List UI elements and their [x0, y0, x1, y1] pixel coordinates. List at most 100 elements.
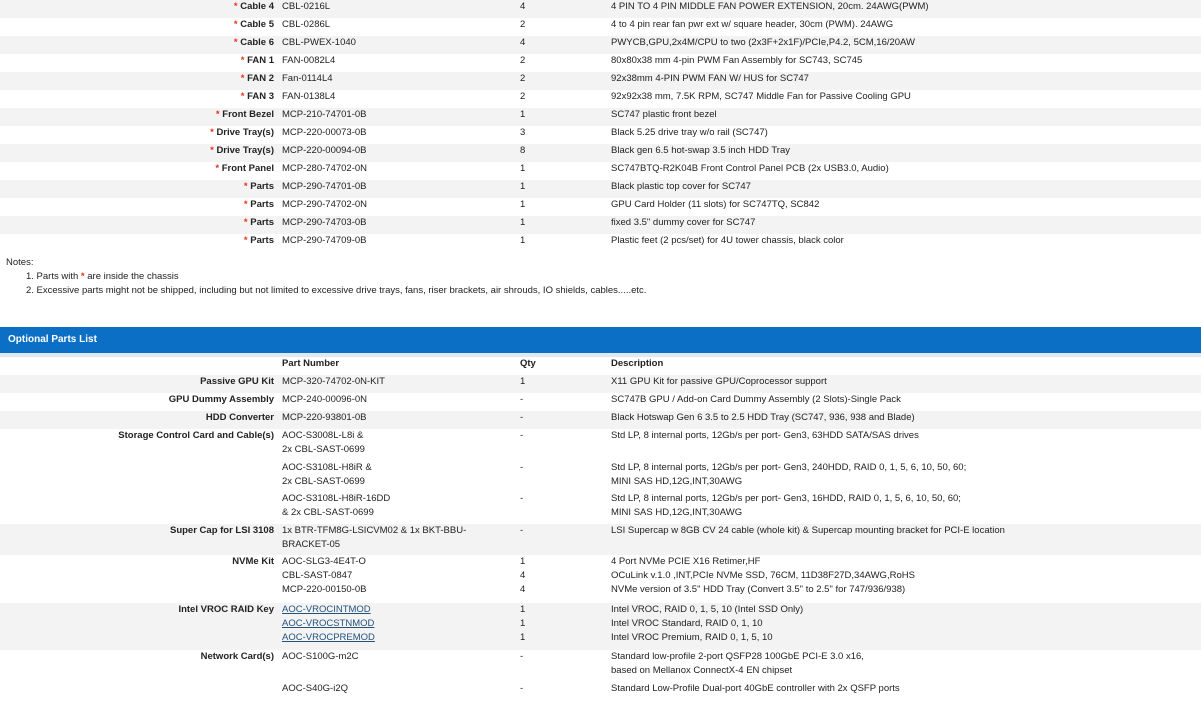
part-qty: 2: [516, 90, 607, 108]
part-name: Parts: [250, 199, 274, 210]
part-description: PWYCB,GPU,2x4M/CPU to two (2x3F+2x1F)/PC…: [607, 36, 1201, 54]
inside-chassis-marker: *: [210, 145, 214, 156]
part-qty: 4: [520, 570, 526, 581]
part-qty: 1: [516, 108, 607, 126]
table-row: AOC-S40G-i2Q - Standard Low-Profile Dual…: [0, 682, 1201, 700]
inside-chassis-marker: *: [243, 217, 248, 228]
part-qty: 4: [516, 36, 607, 54]
part-qty: 1: [516, 234, 607, 252]
part-number: MCP-290-74703-0B: [278, 216, 516, 234]
table-row: Network Card(s) AOC-S100G-m2C - Standard…: [0, 650, 1201, 682]
part-description: Std LP, 8 internal ports, 12Gb/s per por…: [611, 462, 967, 473]
vroc-intel-link[interactable]: AOC-VROCINTMOD: [282, 603, 516, 617]
part-name: [0, 461, 278, 492]
header-description: Description: [607, 357, 1201, 375]
part-qty: 1: [520, 618, 526, 629]
table-row: GPU Dummy Assembly MCP-240-00096-0N - SC…: [0, 393, 1201, 411]
part-qty: -: [516, 682, 607, 700]
header-qty: Qty: [516, 357, 607, 375]
part-number: CBL-PWEX-1040: [278, 36, 516, 54]
part-description: SC747 plastic front bezel: [607, 108, 1201, 126]
part-qty: -: [516, 492, 607, 524]
part-number-line2: BRACKET-05: [282, 539, 341, 550]
part-name: Passive GPU Kit: [0, 375, 278, 393]
table-row: * FAN 2 Fan-0114L4 2 92x38mm 4-PIN PWM FAN …: [0, 72, 1201, 90]
part-number: MCP-290-74701-0B: [278, 180, 516, 198]
table-row: HDD Converter MCP-220-93801-0B - Black H…: [0, 411, 1201, 429]
part-name: Parts: [250, 235, 274, 246]
inside-chassis-marker: *: [243, 199, 248, 210]
inside-chassis-marker: *: [215, 109, 220, 120]
table-row: AOC-S3108L-H8iR-16DD & 2x CBL-SAST-0699 -…: [0, 492, 1201, 524]
part-number: MCP-240-00096-0N: [278, 393, 516, 411]
table-row: * Cable 4 CBL-0216L 4 4 PIN TO 4 PIN MIDDLE…: [0, 0, 1201, 18]
part-description: 4 to 4 pin rear fan pwr ext w/ square he…: [607, 18, 1201, 36]
part-qty: 2: [516, 54, 607, 72]
part-qty: 1: [520, 604, 526, 615]
part-name: Parts: [250, 217, 274, 228]
part-qty: -: [516, 411, 607, 429]
part-description: Intel VROC Standard, RAID 0, 1, 10: [611, 618, 763, 629]
notes-section: Notes: 1. Parts with * are inside the ch…: [0, 252, 1201, 327]
part-description: fixed 3.5" dummy cover for SC747: [607, 216, 1201, 234]
table-row: * Parts MCP-290-74701-0B 1 Black plastic to…: [0, 180, 1201, 198]
part-name: NVMe Kit: [0, 555, 278, 603]
part-description: 80x80x38 mm 4-pin PWM Fan Assembly for S…: [607, 54, 1201, 72]
part-name: Cable 5: [240, 19, 274, 30]
vroc-premium-link[interactable]: AOC-VROCPREMOD: [282, 631, 516, 645]
part-qty: 1: [516, 180, 607, 198]
part-description: Standard low-profile 2-port QSFP28 100Gb…: [611, 651, 864, 662]
part-description: 4 Port NVMe PCIE X16 Retimer,HF: [611, 556, 761, 567]
table-row: * Cable 5 CBL-0286L 2 4 to 4 pin rear fan p…: [0, 18, 1201, 36]
part-description: 4 PIN TO 4 PIN MIDDLE FAN POWER EXTENSIO…: [607, 0, 1201, 18]
part-qty: 1: [520, 632, 526, 643]
part-number: 1x BTR-TFM8G-LSICVM02 & 1x BKT-BBU-: [282, 525, 467, 536]
inside-chassis-marker: *: [233, 37, 238, 48]
notes-title: Notes:: [6, 257, 34, 268]
part-description: Intel VROC Premium, RAID 0, 1, 5, 10: [611, 632, 773, 643]
table-row: * Parts MCP-290-74709-0B 1 Plastic feet (2 …: [0, 234, 1201, 252]
vroc-standard-link[interactable]: AOC-VROCSTNMOD: [282, 617, 516, 631]
table-row: * Drive Tray(s) MCP-220-00073-0B 3 Black 5.…: [0, 126, 1201, 144]
part-description: Std LP, 8 internal ports, 12Gb/s per por…: [611, 430, 919, 441]
table-row: Passive GPU Kit MCP-320-74702-0N-KIT 1 X…: [0, 375, 1201, 393]
part-qty: 1: [516, 375, 607, 393]
part-description: Black 5.25 drive tray w/o rail (SC747): [607, 126, 1201, 144]
part-number: FAN-0082L4: [278, 54, 516, 72]
part-number-line2: 2x CBL-SAST-0699: [282, 444, 365, 455]
part-qty: 1: [516, 216, 607, 234]
part-qty: -: [516, 650, 607, 682]
part-description-line2: MINI SAS HD,12G,INT,30AWG: [611, 476, 743, 487]
part-qty: 2: [516, 18, 607, 36]
part-qty: 8: [516, 144, 607, 162]
part-number: AOC-S100G-m2C: [278, 650, 516, 682]
part-number: MCP-220-00094-0B: [278, 144, 516, 162]
part-description: Black gen 6.5 hot-swap 3.5 inch HDD Tray: [607, 144, 1201, 162]
inside-chassis-marker: *: [243, 181, 248, 192]
part-number: FAN-0138L4: [278, 90, 516, 108]
part-description: Intel VROC, RAID 0, 1, 5, 10 (Intel SSD …: [611, 604, 804, 615]
part-description: Black plastic top cover for SC747: [607, 180, 1201, 198]
part-name: FAN 2: [247, 73, 274, 84]
part-description: SC747B GPU / Add-on Card Dummy Assembly …: [607, 393, 1201, 411]
part-number: MCP-220-93801-0B: [278, 411, 516, 429]
inside-chassis-marker: *: [233, 19, 238, 30]
part-number: MCP-280-74702-0N: [278, 162, 516, 180]
part-description: LSI Supercap w 8GB CV 24 cable (whole ki…: [611, 525, 1005, 536]
optional-parts-header: Optional Parts List: [0, 327, 1201, 357]
part-name: Cable 6: [240, 37, 274, 48]
table-row: Super Cap for LSI 3108 1x BTR-TFM8G-LSIC…: [0, 524, 1201, 555]
part-number: CBL-0286L: [278, 18, 516, 36]
table-row: * Drive Tray(s) MCP-220-00094-0B 8 Black ge…: [0, 144, 1201, 162]
part-qty: -: [516, 461, 607, 492]
part-qty: 4: [520, 584, 526, 595]
part-description: SC747BTQ-R2K04B Front Control Panel PCB …: [607, 162, 1201, 180]
note-1-prefix: 1. Parts with: [26, 271, 81, 282]
part-name: Cable 4: [240, 1, 274, 12]
inside-chassis-marker: *: [210, 127, 214, 138]
part-description: Plastic feet (2 pcs/set) for 4U tower ch…: [607, 234, 1201, 252]
inside-chassis-marker: *: [215, 163, 220, 174]
optional-parts-table: Part Number Qty Description Passive GPU …: [0, 357, 1201, 700]
part-number: MCP-320-74702-0N-KIT: [278, 375, 516, 393]
part-number: MCP-290-74702-0N: [278, 198, 516, 216]
